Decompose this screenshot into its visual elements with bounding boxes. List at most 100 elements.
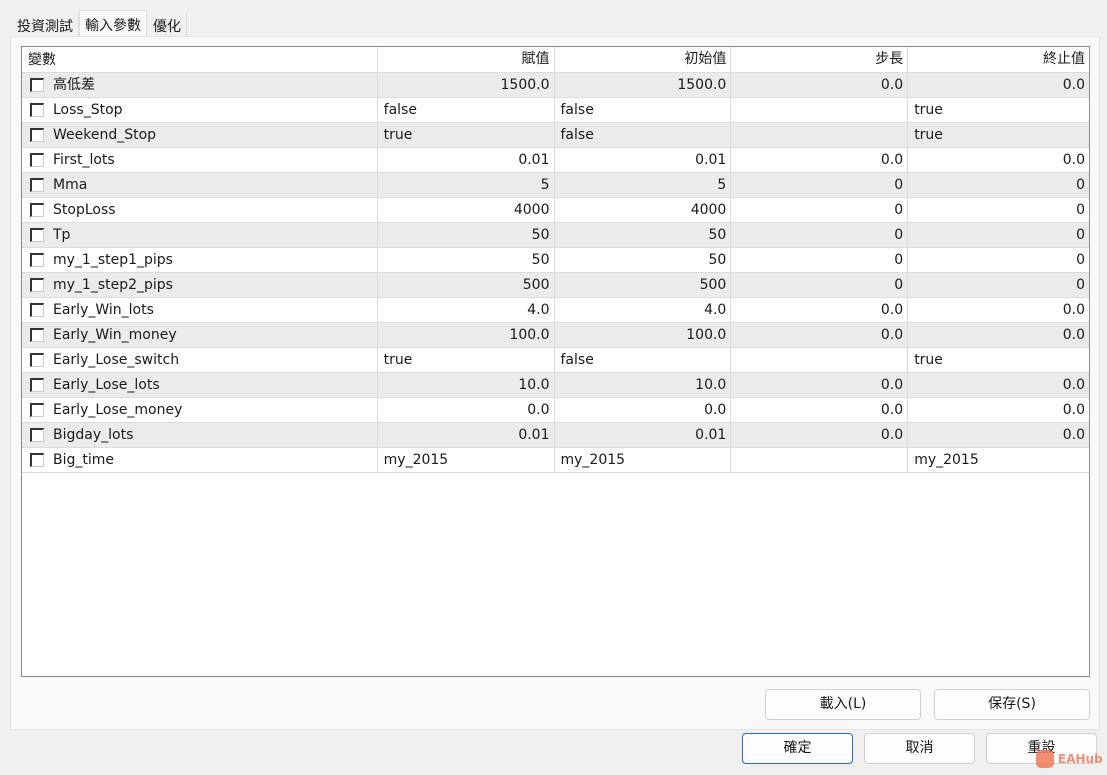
value-cell[interactable]: false bbox=[378, 98, 555, 122]
stop-cell[interactable]: 0.0 bbox=[908, 323, 1089, 347]
stop-cell[interactable]: 0 bbox=[908, 273, 1089, 297]
start-cell[interactable]: false bbox=[555, 348, 732, 372]
start-cell[interactable]: 4.0 bbox=[555, 298, 732, 322]
col-variable[interactable]: 變數 bbox=[22, 47, 378, 72]
step-cell[interactable] bbox=[731, 98, 909, 122]
start-cell[interactable]: 0.01 bbox=[555, 148, 732, 172]
start-cell[interactable]: 0.01 bbox=[555, 423, 732, 447]
start-cell[interactable]: 50 bbox=[555, 248, 732, 272]
step-cell[interactable]: 0 bbox=[731, 198, 909, 222]
optimize-checkbox[interactable] bbox=[30, 228, 44, 242]
step-cell[interactable] bbox=[731, 348, 909, 372]
value-cell[interactable]: 0.0 bbox=[378, 398, 555, 422]
optimize-checkbox[interactable] bbox=[30, 328, 44, 342]
step-cell[interactable]: 0.0 bbox=[731, 148, 909, 172]
value-cell[interactable]: 500 bbox=[378, 273, 555, 297]
step-cell[interactable] bbox=[731, 123, 909, 147]
optimize-checkbox[interactable] bbox=[30, 103, 44, 117]
stop-cell[interactable]: my_2015 bbox=[908, 448, 1089, 472]
table-row[interactable]: my_1_step1_pips 50 50 0 0 bbox=[22, 248, 1089, 273]
value-cell[interactable]: 0.01 bbox=[378, 148, 555, 172]
table-row[interactable]: StopLoss 4000 4000 0 0 bbox=[22, 198, 1089, 223]
stop-cell[interactable]: 0 bbox=[908, 173, 1089, 197]
start-cell[interactable]: 50 bbox=[555, 223, 732, 247]
col-value[interactable]: 賦值 bbox=[378, 47, 555, 72]
table-row[interactable]: Early_Win_lots 4.0 4.0 0.0 0.0 bbox=[22, 298, 1089, 323]
value-cell[interactable]: 50 bbox=[378, 248, 555, 272]
optimize-checkbox[interactable] bbox=[30, 128, 44, 142]
step-cell[interactable]: 0.0 bbox=[731, 73, 909, 97]
value-cell[interactable]: 1500.0 bbox=[378, 73, 555, 97]
table-row[interactable]: Early_Win_money 100.0 100.0 0.0 0.0 bbox=[22, 323, 1089, 348]
step-cell[interactable]: 0.0 bbox=[731, 423, 909, 447]
ok-button[interactable]: 確定 bbox=[742, 733, 853, 764]
table-row[interactable]: Big_time my_2015 my_2015 my_2015 bbox=[22, 448, 1089, 473]
table-row[interactable]: 高低差 1500.0 1500.0 0.0 0.0 bbox=[22, 73, 1089, 98]
value-cell[interactable]: 10.0 bbox=[378, 373, 555, 397]
optimize-checkbox[interactable] bbox=[30, 253, 44, 267]
optimize-checkbox[interactable] bbox=[30, 303, 44, 317]
table-row[interactable]: Tp 50 50 0 0 bbox=[22, 223, 1089, 248]
stop-cell[interactable]: 0.0 bbox=[908, 423, 1089, 447]
stop-cell[interactable]: 0.0 bbox=[908, 398, 1089, 422]
table-row[interactable]: Early_Lose_lots 10.0 10.0 0.0 0.0 bbox=[22, 373, 1089, 398]
start-cell[interactable]: false bbox=[555, 98, 732, 122]
table-row[interactable]: my_1_step2_pips 500 500 0 0 bbox=[22, 273, 1089, 298]
optimize-checkbox[interactable] bbox=[30, 203, 44, 217]
col-stop[interactable]: 終止值 bbox=[908, 47, 1089, 72]
step-cell[interactable]: 0 bbox=[731, 173, 909, 197]
stop-cell[interactable]: 0 bbox=[908, 248, 1089, 272]
stop-cell[interactable]: true bbox=[908, 123, 1089, 147]
load-button[interactable]: 載入(L) bbox=[765, 689, 921, 720]
step-cell[interactable]: 0.0 bbox=[731, 323, 909, 347]
value-cell[interactable]: 50 bbox=[378, 223, 555, 247]
value-cell[interactable]: 4000 bbox=[378, 198, 555, 222]
tab-optimization[interactable]: 優化 bbox=[147, 12, 187, 36]
step-cell[interactable]: 0.0 bbox=[731, 298, 909, 322]
step-cell[interactable]: 0 bbox=[731, 273, 909, 297]
stop-cell[interactable]: true bbox=[908, 348, 1089, 372]
stop-cell[interactable]: 0.0 bbox=[908, 148, 1089, 172]
step-cell[interactable]: 0.0 bbox=[731, 373, 909, 397]
step-cell[interactable]: 0 bbox=[731, 223, 909, 247]
optimize-checkbox[interactable] bbox=[30, 278, 44, 292]
start-cell[interactable]: 0.0 bbox=[555, 398, 732, 422]
stop-cell[interactable]: 0.0 bbox=[908, 73, 1089, 97]
stop-cell[interactable]: 0.0 bbox=[908, 298, 1089, 322]
stop-cell[interactable]: 0 bbox=[908, 198, 1089, 222]
optimize-checkbox[interactable] bbox=[30, 153, 44, 167]
tab-inputs[interactable]: 輸入參數 bbox=[79, 10, 147, 36]
optimize-checkbox[interactable] bbox=[30, 178, 44, 192]
start-cell[interactable]: 1500.0 bbox=[555, 73, 732, 97]
optimize-checkbox[interactable] bbox=[30, 353, 44, 367]
save-button[interactable]: 保存(S) bbox=[934, 689, 1090, 720]
tab-backtest[interactable]: 投資測試 bbox=[11, 12, 79, 36]
stop-cell[interactable]: 0 bbox=[908, 223, 1089, 247]
start-cell[interactable]: my_2015 bbox=[555, 448, 732, 472]
start-cell[interactable]: 4000 bbox=[555, 198, 732, 222]
value-cell[interactable]: 100.0 bbox=[378, 323, 555, 347]
cancel-button[interactable]: 取消 bbox=[864, 733, 975, 764]
value-cell[interactable]: 4.0 bbox=[378, 298, 555, 322]
start-cell[interactable]: 500 bbox=[555, 273, 732, 297]
optimize-checkbox[interactable] bbox=[30, 378, 44, 392]
table-row[interactable]: Mma 5 5 0 0 bbox=[22, 173, 1089, 198]
table-row[interactable]: Bigday_lots 0.01 0.01 0.0 0.0 bbox=[22, 423, 1089, 448]
table-row[interactable]: Early_Lose_switch true false true bbox=[22, 348, 1089, 373]
value-cell[interactable]: true bbox=[378, 348, 555, 372]
step-cell[interactable]: 0 bbox=[731, 248, 909, 272]
start-cell[interactable]: 100.0 bbox=[555, 323, 732, 347]
value-cell[interactable]: true bbox=[378, 123, 555, 147]
optimize-checkbox[interactable] bbox=[30, 428, 44, 442]
optimize-checkbox[interactable] bbox=[30, 78, 44, 92]
col-step[interactable]: 步長 bbox=[731, 47, 909, 72]
table-row[interactable]: Weekend_Stop true false true bbox=[22, 123, 1089, 148]
table-row[interactable]: Loss_Stop false false true bbox=[22, 98, 1089, 123]
stop-cell[interactable]: 0.0 bbox=[908, 373, 1089, 397]
col-start[interactable]: 初始值 bbox=[555, 47, 732, 72]
table-row[interactable]: Early_Lose_money 0.0 0.0 0.0 0.0 bbox=[22, 398, 1089, 423]
optimize-checkbox[interactable] bbox=[30, 453, 44, 467]
step-cell[interactable] bbox=[731, 448, 909, 472]
stop-cell[interactable]: true bbox=[908, 98, 1089, 122]
start-cell[interactable]: false bbox=[555, 123, 732, 147]
